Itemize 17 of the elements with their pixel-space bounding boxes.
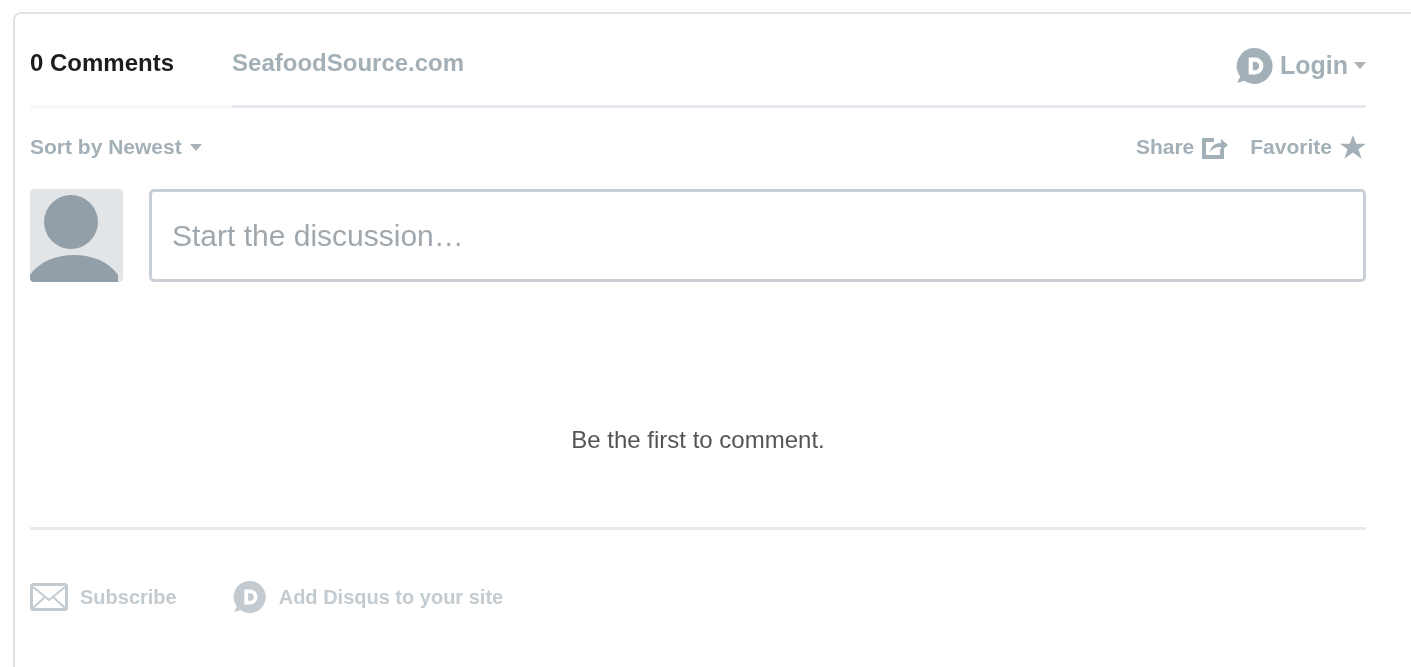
sort-dropdown[interactable]: Sort by Newest	[30, 131, 202, 163]
add-disqus-link[interactable]: Add Disqus to your site	[232, 580, 504, 614]
tab[interactable]: SeafoodSource.com	[232, 45, 465, 108]
share-button[interactable]: Share	[1135, 131, 1229, 163]
envelope-icon	[30, 583, 68, 611]
star-icon	[1340, 134, 1366, 160]
caret-icon	[1354, 62, 1366, 69]
subscribe-link[interactable]: Subscribe	[30, 580, 177, 614]
favorite-button[interactable]: Favorite	[1250, 131, 1366, 163]
empty-message: Be the first to comment.	[570, 425, 826, 455]
comment-field[interactable]: Start the discussion…	[149, 189, 1366, 282]
tab[interactable]: 0 Comments	[30, 45, 233, 108]
share-icon	[1202, 135, 1229, 159]
caret-icon	[189, 143, 202, 151]
login-button[interactable]: Login	[1235, 46, 1366, 85]
disqus-logo-icon	[1235, 46, 1274, 85]
disqus-logo-icon	[232, 580, 267, 614]
